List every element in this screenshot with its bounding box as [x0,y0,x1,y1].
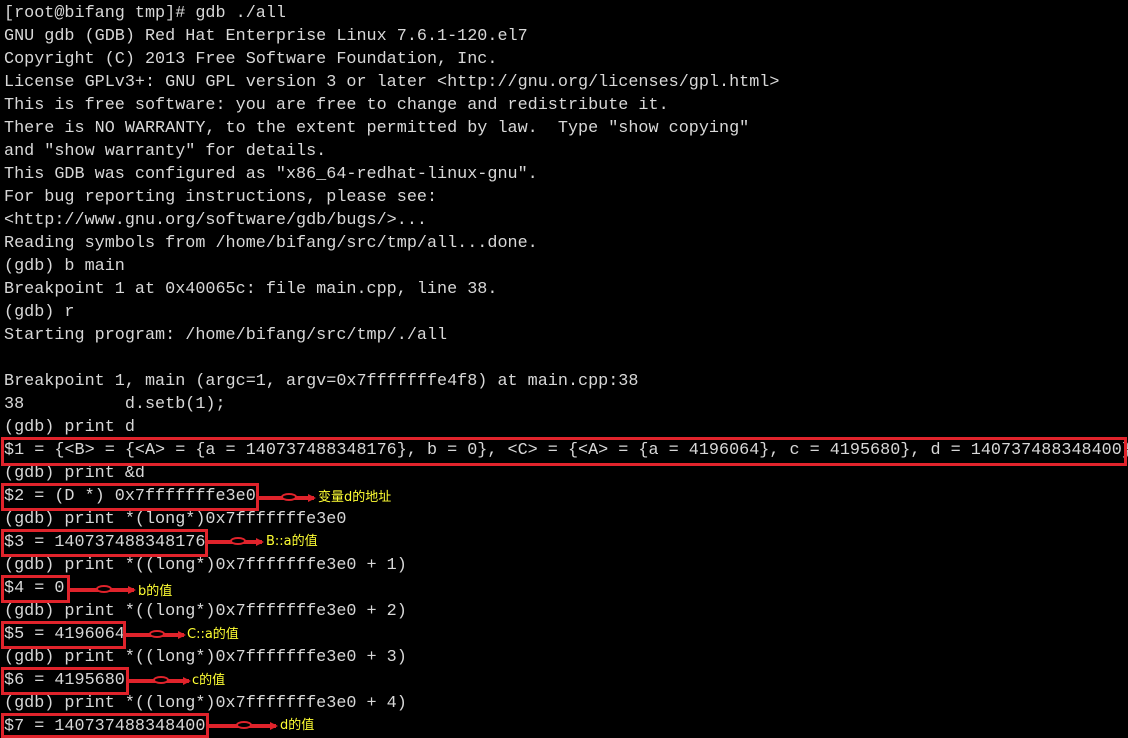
highlight-box-5 [1,621,126,649]
terminal-line: (gdb) b main [4,257,125,276]
terminal-line: For bug reporting instructions, please s… [4,188,438,207]
terminal-line: Copyright (C) 2013 Free Software Foundat… [4,50,498,69]
terminal-line: (gdb) print *((long*)0x7fffffffe3e0 + 2) [4,602,407,621]
terminal-line: (gdb) print *((long*)0x7fffffffe3e0 + 1) [4,556,407,575]
highlight-box-4 [1,575,70,603]
highlight-box-6 [1,667,129,695]
arrow-icon [126,630,186,639]
terminal-line: (gdb) r [4,303,75,322]
terminal-line: There is NO WARRANTY, to the extent perm… [4,119,750,138]
terminal-line: and "show warranty" for details. [4,142,327,161]
terminal-line: This GDB was configured as "x86_64-redha… [4,165,538,184]
terminal-line: This is free software: you are free to c… [4,96,669,115]
terminal-line: (gdb) print *((long*)0x7fffffffe3e0 + 4) [4,694,407,713]
highlight-box-7 [1,713,209,738]
highlight-box-2 [1,483,259,511]
annotation-c-a-value: C::a的值 [187,627,239,642]
terminal-line: GNU gdb (GDB) Red Hat Enterprise Linux 7… [4,27,528,46]
highlight-box-3 [1,529,208,557]
arrow-icon [209,721,278,730]
terminal-line: (gdb) print d [4,418,135,437]
arrow-icon [70,585,136,594]
annotation-c-value: c的值 [192,673,226,688]
terminal-line: <http://www.gnu.org/software/gdb/bugs/>.… [4,211,427,230]
terminal-line: 38 d.setb(1); [4,395,226,414]
annotation-b-value: b的值 [138,584,173,599]
annotation-b-a-value: B::a的值 [266,534,318,549]
arrow-icon [208,537,264,546]
arrow-icon [129,676,191,685]
terminal-line: [root@bifang tmp]# gdb ./all [4,4,286,23]
terminal-line: Reading symbols from /home/bifang/src/tm… [4,234,538,253]
arrow-icon [259,493,316,502]
highlight-box-1 [1,437,1127,466]
annotation-d-value: d的值 [280,718,315,733]
terminal-line: License GPLv3+: GNU GPL version 3 or lat… [4,73,780,92]
terminal-line: Breakpoint 1, main (argc=1, argv=0x7ffff… [4,372,639,391]
terminal-line: Starting program: /home/bifang/src/tmp/.… [4,326,448,345]
terminal-window[interactable]: [root@bifang tmp]# gdb ./all GNU gdb (GDB… [0,0,1128,738]
annotation-d-address: 变量d的地址 [318,490,392,505]
terminal-line: Breakpoint 1 at 0x40065c: file main.cpp,… [4,280,498,299]
terminal-line: (gdb) print *((long*)0x7fffffffe3e0 + 3) [4,648,407,667]
terminal-line: (gdb) print *(long*)0x7fffffffe3e0 [4,510,347,529]
